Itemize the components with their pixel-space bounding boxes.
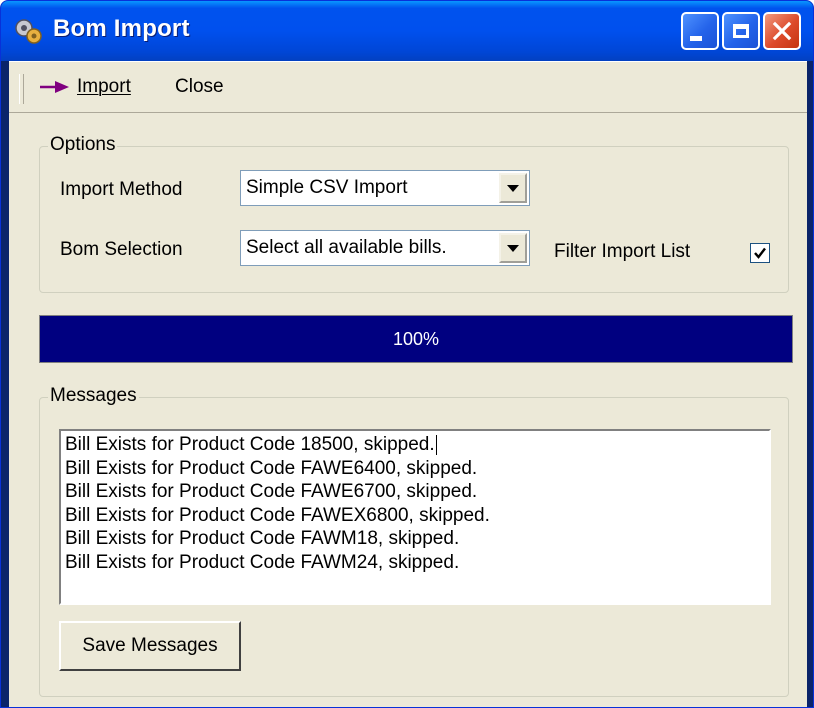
filter-import-list-checkbox[interactable] (750, 243, 770, 263)
bom-selection-dropdown-button[interactable] (499, 233, 527, 263)
message-line: Bill Exists for Product Code FAWE6700, s… (65, 481, 478, 502)
message-line: Bill Exists for Product Code FAWEX6800, … (65, 504, 490, 526)
close-window-button[interactable] (763, 12, 801, 50)
minimize-button[interactable] (681, 12, 719, 50)
check-mark-icon (754, 247, 766, 259)
filter-import-list-label: Filter Import List (554, 241, 691, 262)
import-method-select[interactable]: Simple CSV Import (240, 170, 530, 206)
title-bar[interactable]: Bom Import (1, 1, 813, 61)
progress-bar: 100% (39, 315, 793, 363)
arrow-right-icon (40, 81, 69, 93)
options-group-label: Options (48, 134, 118, 156)
text-caret (435, 434, 437, 455)
message-line: Bill Exists for Product Code FAWM18, ski… (65, 528, 460, 549)
import-button[interactable]: Import (39, 76, 131, 98)
close-icon (772, 21, 792, 41)
toolbar-grip[interactable] (19, 74, 24, 104)
close-label: Close (175, 76, 224, 97)
chevron-down-icon (507, 244, 519, 252)
bom-selection-label: Bom Selection (60, 239, 183, 260)
import-label: Import (77, 76, 131, 97)
client-area: Import Close Options Import Method Simpl… (9, 61, 807, 707)
bom-selection-select[interactable]: Select all available bills. (240, 230, 530, 266)
options-group: Options Import Method Simple CSV Import … (39, 134, 789, 293)
minimize-icon (690, 35, 702, 41)
toolbar: Import Close (9, 61, 807, 113)
maximize-icon (733, 24, 749, 38)
message-text: Bill Exists for Product Code 18500, skip… (65, 434, 435, 455)
window-title: Bom Import (53, 15, 190, 42)
bom-selection-value: Select all available bills. (246, 237, 447, 258)
import-method-value: Simple CSV Import (246, 177, 408, 198)
close-button[interactable]: Close (175, 76, 224, 98)
chevron-down-icon (507, 184, 519, 192)
messages-textbox[interactable]: Bill Exists for Product Code 18500, skip… (59, 429, 771, 605)
maximize-button[interactable] (722, 12, 760, 50)
bom-import-window: Bom Import Import Close Options Import M… (0, 0, 814, 708)
message-line: Bill Exists for Product Code FAWE6400, s… (65, 457, 478, 479)
save-messages-button[interactable]: Save Messages (59, 621, 241, 671)
import-method-label: Import Method (60, 179, 183, 200)
import-method-dropdown-button[interactable] (499, 173, 527, 203)
gears-icon (15, 19, 42, 44)
message-line: Bill Exists for Product Code FAWM24, ski… (65, 551, 460, 573)
message-line: Bill Exists for Product Code 18500, skip… (65, 433, 765, 457)
progress-text: 100% (392, 328, 440, 349)
messages-group-label: Messages (48, 385, 139, 407)
